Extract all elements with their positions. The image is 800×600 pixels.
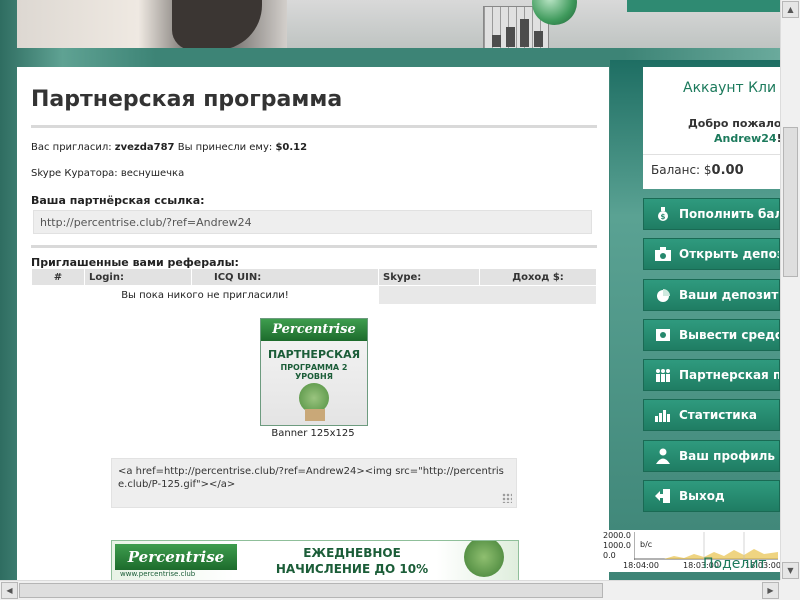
balance-label: Баланс: $ [651,163,712,177]
menu-label: Пополнить бала [679,207,779,221]
col-login: Login: [84,268,192,286]
banner-125-logo: Percentrise [261,319,367,341]
banner-wide-text: ЕЖЕДНЕВНОЕ НАЧИСЛЕНИЕ ДО 10% [252,545,452,577]
vertical-scrollbar[interactable]: ▲ ▼ [780,0,800,580]
section-divider [31,245,597,248]
username-value: Andrew24 [714,132,777,145]
horizontal-scroll-thumb[interactable] [19,583,603,598]
exit-icon [655,489,670,503]
menu-profile[interactable]: Ваш профиль [643,440,780,472]
empty-cell [378,285,597,305]
banner-wide-line2: НАЧИСЛЕНИЕ ДО 10% [275,562,429,576]
referrals-table: # Login: ICQ UIN: Skype: Доход $: Вы пок… [31,268,597,305]
banner-wide-line1: ЕЖЕДНЕВНОЕ [303,546,401,560]
menu-label: Статистика [679,408,757,422]
banner-wide-image: Percentrise www.percentrise.club ЕЖЕДНЕВ… [111,540,519,580]
banner-wide-logo: Percentrise [115,544,237,570]
balance: Баланс: $0.00 [651,163,744,178]
user-icon [656,448,670,464]
table-header-row: # Login: ICQ UIN: Skype: Доход $: [31,268,597,286]
menu-label: Ваши депозиты [679,288,780,302]
scroll-up-icon[interactable]: ▲ [782,1,799,18]
scrollbar-corner [780,580,800,600]
menu-deposit-funds[interactable]: $ Пополнить бала [643,198,780,230]
scroll-right-icon[interactable]: ▶ [762,582,779,599]
x-label: 18:04:00 [623,561,659,570]
y-label: 0.0 [603,551,616,560]
cash-box-icon [655,247,671,261]
bar-chart-icon [655,410,670,422]
brought-amount: $0.12 [275,142,308,153]
menu-label: Выход [679,489,725,503]
empty-message: Вы пока никого не пригласили! [31,285,379,305]
title-divider [31,125,597,128]
inviter-line: Вас пригласил: zvezda787 Вы принесли ему… [31,142,307,153]
banner-code-textarea[interactable]: <a href=http://percentrise.club/?ref=And… [111,458,517,508]
inviter-name: zvezda787 [114,142,175,153]
menu-partner-program[interactable]: Партнерская пр [643,359,780,391]
svg-text:$: $ [661,213,666,221]
banner-125-image: Percentrise ПАРТНЕРСКАЯ ПРОГРАММА 2 УРОВ… [260,318,368,426]
horizontal-scrollbar[interactable]: ◀ ▶ [0,580,780,600]
account-panel: Аккаунт Кли Добро пожалов Andrew24! Бала… [643,67,780,189]
menu-statistics[interactable]: Статистика [643,399,780,431]
vertical-scroll-thumb[interactable] [783,127,798,277]
account-title: Аккаунт Кли [683,80,777,96]
y-label: 1000.0 [603,541,631,550]
menu-your-deposits[interactable]: Ваши депозиты [643,279,780,311]
scroll-down-icon[interactable]: ▼ [782,562,799,579]
resize-grip-icon[interactable] [502,493,512,503]
balance-value: 0.00 [711,163,744,178]
scroll-left-icon[interactable]: ◀ [1,582,18,599]
welcome-text: Добро пожалов [688,117,780,130]
col-income: Доход $: [479,268,597,286]
menu-open-deposit[interactable]: Открыть депози [643,238,780,270]
col-number: # [31,268,85,286]
share-label[interactable]: Поделит [703,556,767,572]
money-bag-icon: $ [658,207,668,221]
ref-link-field[interactable]: http://percentrise.club/?ref=Andrew24 [33,210,592,234]
balance-divider [643,154,780,155]
banner-wide-url: www.percentrise.club [120,570,196,578]
menu-label: Вывести средст [679,328,780,342]
invited-prefix: Вас пригласил: [31,142,112,153]
page-title: Партнерская программа [31,87,343,112]
menu-logout[interactable]: Выход [643,480,780,512]
menu-withdraw[interactable]: Вывести средст [643,319,780,351]
site-header [17,0,780,48]
username: Andrew24! [714,132,780,145]
col-icq: ICQ UIN: [191,268,379,286]
menu-label: Ваш профиль [679,449,775,463]
users-icon [656,369,670,382]
banner-125-line1: ПАРТНЕРСКАЯ [267,348,361,361]
menu-label: Открыть депози [679,247,779,261]
banner-125-caption: Banner 125x125 [271,428,355,439]
col-skype: Skype: [378,268,480,286]
pot-icon [305,409,325,421]
header-button[interactable] [627,0,780,12]
banner-125-line2: ПРОГРАММА 2 УРОВНЯ [280,363,348,381]
ref-link-label: Ваша партнёрская ссылка: [31,194,205,207]
safe-icon [656,329,670,341]
brought-prefix: Вы принесли ему: [177,142,273,153]
table-row: Вы пока никого не пригласили! [31,285,597,305]
pie-chart-icon [657,289,670,302]
banner-code-text: <a href=http://percentrise.club/?ref=And… [118,466,504,490]
menu-label: Партнерская пр [679,368,780,382]
main-content: Партнерская программа Вас пригласил: zve… [17,67,609,580]
y-label: 2000.0 [603,531,631,540]
skype-curator: Skype Куратора: веснушечка [31,168,185,179]
money-tree-icon [464,541,504,577]
